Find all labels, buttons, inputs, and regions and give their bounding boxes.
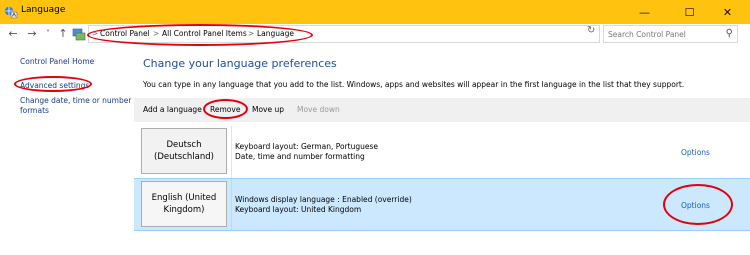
search-box[interactable]: ⚲ (603, 25, 738, 43)
breadcrumb-language[interactable]: Language (257, 29, 294, 38)
sidebar-item-control-panel-home[interactable]: Control Panel Home (20, 57, 94, 66)
page-description: You can type in any language that you ad… (143, 80, 685, 89)
minimize-icon: — (639, 5, 650, 19)
remove-button[interactable]: Remove (210, 105, 240, 114)
control-panel-icon (72, 28, 86, 41)
add-language-button[interactable]: Add a language (143, 105, 202, 114)
sidebar-item-date-time-formats[interactable]: Change date, time or number formats (20, 96, 140, 116)
forward-arrow-icon[interactable]: → (25, 26, 39, 42)
search-icon[interactable]: ⚲ (726, 28, 733, 39)
window-title: Language (21, 5, 66, 15)
language-name: English (United Kingdom) (151, 193, 217, 215)
search-input[interactable] (608, 28, 718, 40)
address-bar-row: ← → ˅ ↑ > Control Panel > All Control Pa… (0, 24, 750, 45)
language-row-deutsch[interactable]: Deutsch (Deutschland) Keyboard layout: G… (134, 126, 750, 179)
language-tile[interactable]: English (United Kingdom) (141, 181, 227, 227)
breadcrumb-separator: > (248, 29, 255, 38)
close-button[interactable]: ✕ (705, 0, 750, 24)
up-arrow-icon[interactable]: ↑ (56, 26, 70, 42)
maximize-icon: ☐ (684, 5, 695, 19)
back-arrow-icon[interactable]: ← (6, 26, 20, 42)
title-bar: Language — ☐ ✕ (0, 0, 750, 24)
language-name: Deutsch (Deutschland) (154, 140, 214, 162)
language-icon (4, 6, 18, 19)
language-detail: Keyboard layout: German, Portuguese (235, 142, 379, 151)
move-down-button: Move down (297, 105, 340, 114)
page-title: Change your language preferences (143, 57, 337, 70)
options-link[interactable]: Options (681, 148, 710, 157)
row-divider (231, 179, 232, 230)
address-bar[interactable]: > Control Panel > All Control Panel Item… (88, 25, 663, 43)
language-detail: Windows display language : Enabled (over… (235, 195, 412, 204)
language-toolbar: Add a language Remove Move up Move down (134, 98, 750, 122)
refresh-icon[interactable]: ↻ (587, 25, 595, 36)
language-detail: Keyboard layout: United Kingdom (235, 205, 362, 214)
sidebar-item-advanced-settings[interactable]: Advanced settings (20, 81, 89, 90)
row-divider (231, 126, 232, 179)
close-icon: ✕ (722, 5, 733, 19)
breadcrumb-all-items[interactable]: All Control Panel Items (162, 29, 247, 38)
breadcrumb-control-panel[interactable]: Control Panel (100, 29, 150, 38)
move-up-button[interactable]: Move up (252, 105, 284, 114)
recent-locations-icon[interactable]: ˅ (41, 26, 55, 42)
breadcrumb-separator: > (92, 29, 99, 38)
language-row-english[interactable]: English (United Kingdom) Windows display… (134, 178, 750, 231)
breadcrumb-separator: > (153, 29, 160, 38)
language-tile[interactable]: Deutsch (Deutschland) (141, 128, 227, 174)
options-link[interactable]: Options (681, 201, 710, 210)
minimize-button[interactable]: — (622, 0, 667, 24)
language-detail: Date, time and number formatting (235, 152, 365, 161)
